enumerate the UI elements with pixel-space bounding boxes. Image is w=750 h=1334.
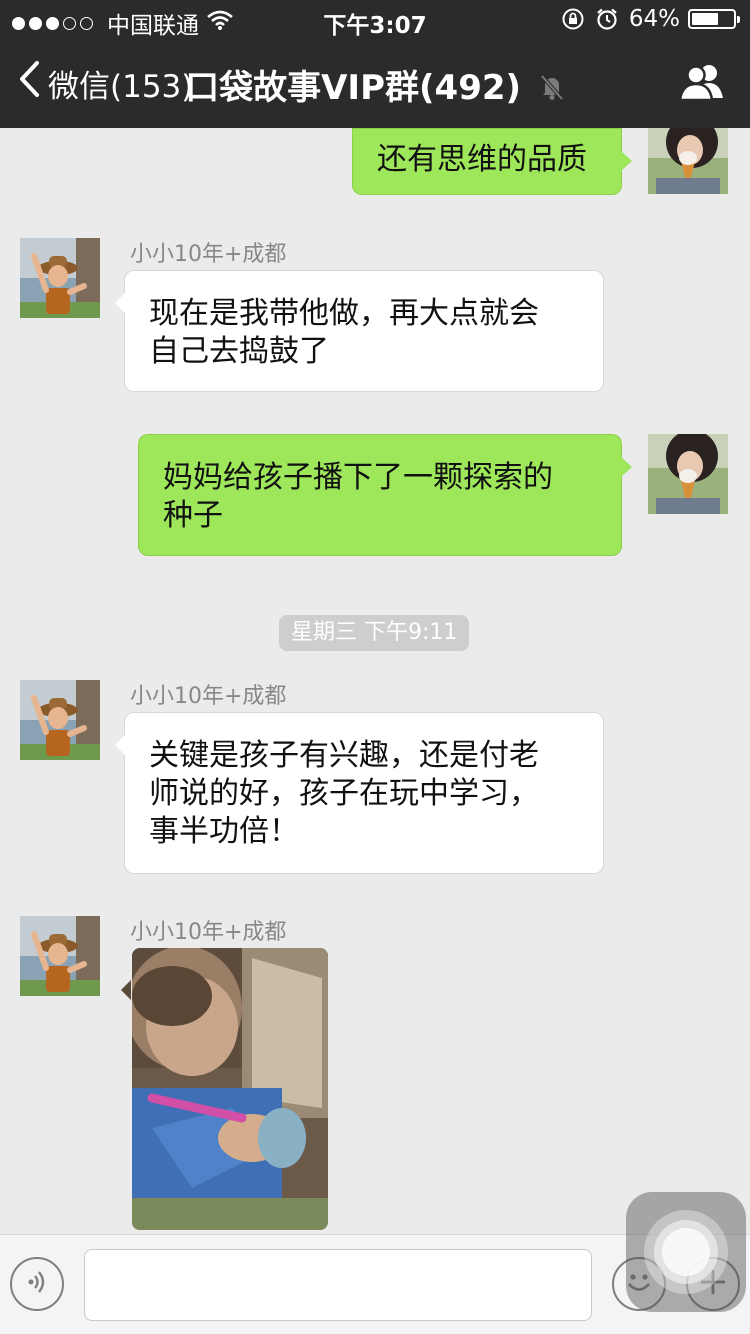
message-text-line: 自己去捣鼓了	[149, 334, 329, 369]
sender-avatar[interactable]	[20, 916, 100, 996]
nav-bar: 微信(153) 口袋故事VIP群(492)	[0, 40, 750, 128]
bubble-tail	[121, 980, 131, 1000]
my-avatar[interactable]	[648, 434, 728, 514]
sender-name: 小小10年+成都	[130, 242, 287, 267]
chat-area[interactable]: 还有思维的品质 小小10年+成都 现在是我带他做，再大点就会 自己去捣鼓了 妈妈…	[0, 128, 750, 1234]
message-timestamp: 星期三 下午9:11	[279, 615, 470, 651]
chat-title: 口袋故事VIP群(492)	[0, 60, 750, 110]
battery-percent: 64%	[628, 6, 680, 32]
status-right: 64%	[561, 6, 740, 32]
voice-icon	[22, 1267, 52, 1301]
sender-name: 小小10年+成都	[130, 920, 287, 945]
battery-icon	[688, 9, 740, 29]
incoming-message-bubble[interactable]: 关键是孩子有兴趣，还是付老 师说的好，孩子在玩中学习， 事半功倍！	[115, 712, 604, 874]
message-text-line: 现在是我带他做，再大点就会	[149, 296, 539, 331]
message-text-line: 妈妈给孩子播下了一颗探索的	[163, 460, 553, 495]
sender-avatar[interactable]	[20, 680, 100, 760]
chat-title-text: 口袋故事VIP群(492)	[185, 68, 522, 108]
outgoing-message-bubble[interactable]: 还有思维的品质	[352, 128, 632, 195]
mute-notifications-icon	[539, 70, 565, 110]
message-text: 还有思维的品质	[377, 142, 587, 177]
assistive-touch-button[interactable]	[626, 1192, 746, 1312]
sender-name: 小小10年+成都	[130, 684, 287, 709]
app-header: 中国联通 下午3:07 64% 微信(153) 口袋故事VIP群(492)	[0, 0, 750, 128]
message-text-line: 事半功倍！	[149, 814, 299, 849]
message-text-line: 关键是孩子有兴趣，还是付老	[149, 738, 539, 773]
message-input[interactable]	[84, 1249, 592, 1321]
message-text-line: 师说的好，孩子在玩中学习，	[149, 776, 539, 811]
voice-input-button[interactable]	[10, 1257, 64, 1311]
incoming-message-bubble[interactable]: 现在是我带他做，再大点就会 自己去捣鼓了	[115, 270, 604, 392]
outgoing-message-bubble[interactable]: 妈妈给孩子播下了一颗探索的 种子	[138, 434, 632, 556]
group-members-icon	[678, 65, 726, 106]
status-bar: 中国联通 下午3:07 64%	[0, 0, 750, 40]
alarm-icon	[595, 7, 619, 31]
image-message[interactable]	[132, 948, 328, 1230]
sender-avatar[interactable]	[20, 238, 100, 318]
group-members-button[interactable]	[678, 62, 726, 106]
my-avatar[interactable]	[648, 128, 728, 194]
message-text-line: 种子	[163, 498, 223, 533]
rotation-lock-icon	[561, 7, 585, 31]
